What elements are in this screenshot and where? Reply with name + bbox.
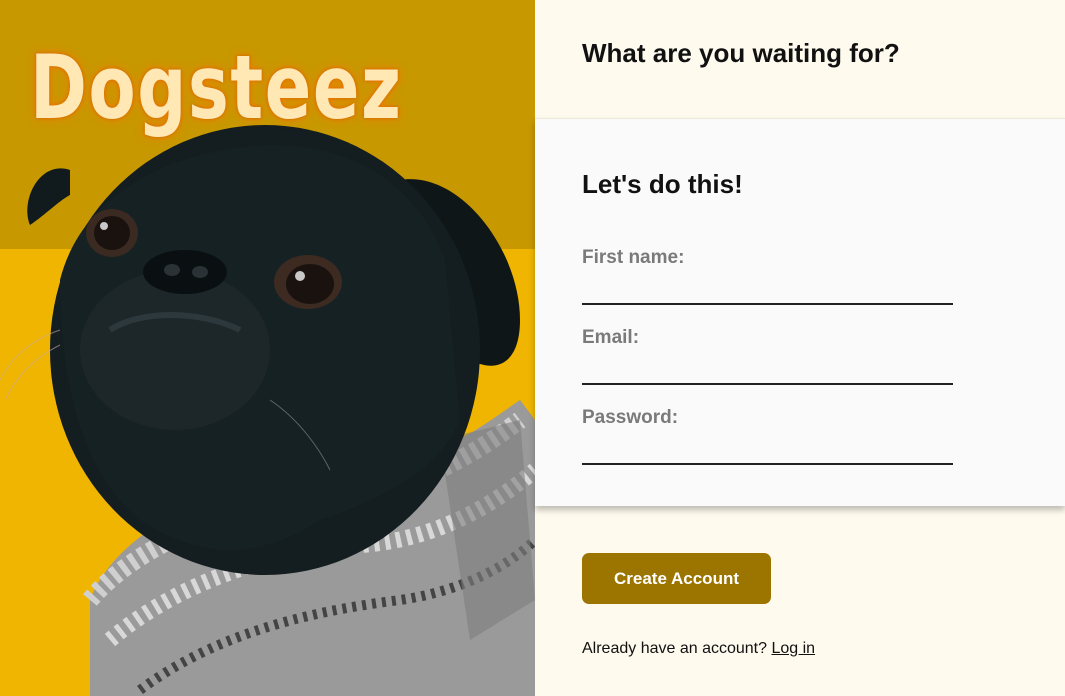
password-field: Password: (582, 407, 953, 465)
password-label: Password: (582, 407, 679, 428)
first-name-label: First name: (582, 247, 685, 268)
first-name-field: First name: (582, 247, 953, 305)
form-title: Let's do this! (582, 169, 743, 199)
signup-page: Dogsteez What are you waiting for? Let's… (0, 0, 1065, 696)
login-prompt-text: Already have an account? (582, 640, 768, 657)
email-label: Email: (582, 327, 640, 348)
create-account-button[interactable]: Create Account (582, 553, 771, 604)
email-field: Email: (582, 327, 953, 385)
password-input[interactable] (582, 435, 953, 465)
signup-form: Let's do this! First name: Email: Passwo… (535, 118, 1065, 506)
hero-panel: Dogsteez (0, 0, 535, 696)
first-name-input[interactable] (582, 275, 953, 305)
login-prompt: Already have an account? Log in (582, 640, 815, 658)
signup-panel: What are you waiting for? Let's do this!… (535, 0, 1065, 696)
brand-logo: Dogsteez (30, 36, 403, 139)
page-title: What are you waiting for? (582, 38, 900, 68)
login-link[interactable]: Log in (771, 640, 815, 657)
email-input[interactable] (582, 355, 953, 385)
